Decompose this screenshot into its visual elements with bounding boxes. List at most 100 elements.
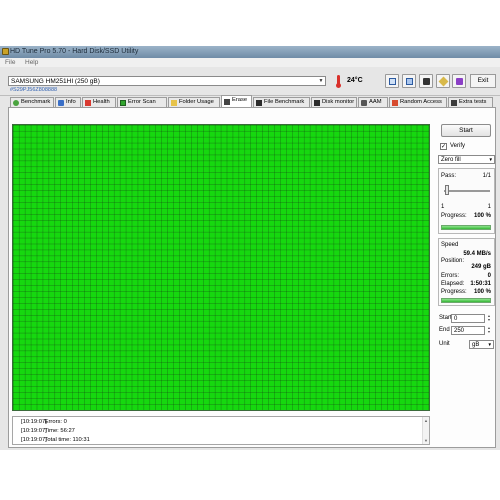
stats-box — [438, 238, 495, 306]
verify-label: Verify — [450, 143, 466, 149]
log-line: [10:19:07] Total time: 110:31 — [21, 437, 90, 443]
log-text: Total time: 110:31 — [44, 437, 90, 443]
tab-random-access[interactable]: Random Access — [389, 97, 447, 107]
start-field-value: 0 — [454, 315, 458, 322]
plus-icon — [85, 100, 91, 106]
menu-help[interactable]: Help — [25, 59, 38, 66]
speaker-icon — [361, 100, 367, 106]
unit-label: Unit — [439, 341, 450, 347]
erase-method-select[interactable]: Zero fill ▼ — [438, 155, 495, 164]
exit-button[interactable]: Exit — [470, 74, 496, 88]
scroll-down-icon[interactable]: ▼ — [424, 438, 428, 443]
total-progress-bar — [441, 298, 491, 303]
thermometer-icon — [334, 75, 342, 88]
download-icon — [456, 78, 463, 85]
log-text: Errors: 0 — [44, 419, 67, 425]
tab-label: Disk monitor — [322, 99, 355, 105]
save-button[interactable] — [452, 74, 466, 88]
speed-label: Speed — [441, 242, 459, 248]
total-progress-label: Progress: — [441, 289, 467, 295]
copy-button[interactable] — [385, 74, 399, 88]
end-field-value: 250 — [454, 327, 465, 334]
end-field[interactable]: 250 — [451, 326, 485, 335]
slider-max-label: 1 — [487, 204, 491, 210]
log-scrollbar[interactable]: ▲ ▼ — [422, 417, 429, 444]
tab-label: Benchmark — [21, 99, 51, 105]
tab-disk-monitor[interactable]: Disk monitor — [311, 97, 357, 107]
log-output[interactable]: [10:19:07] Errors: 0 [10:19:07] Time: 56… — [12, 416, 430, 445]
tab-label: Erase — [232, 97, 248, 103]
log-time: [10:19:07] — [21, 419, 47, 425]
menu-file[interactable]: File — [5, 59, 15, 66]
log-time: [10:19:07] — [21, 428, 47, 434]
random-icon — [392, 100, 398, 106]
position-value: 249 gB — [471, 264, 491, 270]
tab-erase[interactable]: Erase — [221, 95, 252, 107]
chevron-down-icon[interactable]: ▼ — [317, 77, 325, 85]
start-spinner[interactable]: ▲ ▼ — [486, 314, 492, 323]
pass-slider[interactable] — [442, 184, 492, 200]
erase-block-map — [12, 124, 430, 411]
tag-icon — [438, 76, 449, 87]
folder-icon — [171, 100, 177, 106]
verify-checkbox[interactable]: ✓ — [440, 143, 447, 150]
tab-label: Folder Usage — [179, 99, 214, 105]
start-field[interactable]: 0 — [451, 314, 485, 323]
drive-serial: #S29PJ56Z808888 — [10, 87, 58, 93]
tab-label: Info — [66, 99, 76, 105]
temperature-readout: 24°C — [347, 77, 363, 84]
menu-bar: File Help — [0, 58, 500, 67]
slider-track — [444, 190, 490, 192]
file-icon — [256, 100, 262, 106]
tag-button[interactable] — [436, 74, 450, 88]
progress-label: Progress: — [441, 213, 467, 219]
drive-select-value: SAMSUNG HM251HI (250 gB) — [11, 78, 100, 85]
log-text: Time: 56:27 — [44, 428, 75, 434]
tab-label: Error Scan — [128, 99, 156, 105]
tab-health[interactable]: Health — [82, 97, 116, 107]
grid-icon — [120, 100, 126, 106]
erase-method-value: Zero fill — [441, 156, 461, 163]
total-progress-value: 100 % — [473, 289, 491, 295]
tab-label: Health — [93, 99, 110, 105]
drive-select[interactable]: SAMSUNG HM251HI (250 gB) ▼ — [8, 76, 326, 86]
unit-select[interactable]: gB ▼ — [469, 340, 494, 349]
errors-label: Errors: — [441, 273, 459, 279]
copy-all-button[interactable] — [402, 74, 416, 88]
tab-label: File Benchmark — [264, 99, 305, 105]
pass-value: 1/1 — [482, 173, 491, 179]
app-icon — [2, 48, 9, 55]
info-icon — [58, 100, 64, 106]
copy-all-icon — [406, 78, 413, 85]
monitor-icon — [314, 100, 320, 106]
tab-label: AAM — [369, 99, 382, 105]
title-bar: HD Tune Pro 5.70 - Hard Disk/SSD Utility — [0, 46, 500, 58]
screenshot-button[interactable] — [419, 74, 433, 88]
pass-progress-bar — [441, 225, 491, 230]
tab-extra-tests[interactable]: Extra tests — [448, 97, 493, 107]
elapsed-label: Elapsed: — [441, 281, 465, 287]
tab-benchmark[interactable]: Benchmark — [10, 97, 54, 107]
unit-value: gB — [472, 341, 480, 348]
scroll-up-icon[interactable]: ▲ — [424, 418, 428, 423]
start-button[interactable]: Start — [441, 124, 491, 137]
camera-icon — [423, 78, 430, 85]
slider-min-label: 1 — [441, 204, 445, 210]
tab-label: Random Access — [400, 99, 442, 105]
log-line: [10:19:07] Errors: 0 — [21, 419, 67, 425]
progress-value: 100 % — [473, 213, 491, 219]
slider-thumb[interactable] — [445, 185, 449, 195]
log-time: [10:19:07] — [21, 437, 47, 443]
tab-error-scan[interactable]: Error Scan — [117, 97, 167, 107]
chevron-down-icon: ▼ — [488, 157, 493, 162]
errors-value: 0 — [487, 273, 491, 279]
tab-info[interactable]: Info — [55, 97, 81, 107]
end-spinner[interactable]: ▲ ▼ — [486, 326, 492, 335]
tab-label: Extra tests — [459, 99, 487, 105]
tab-file-benchmark[interactable]: File Benchmark — [253, 97, 310, 107]
tab-folder-usage[interactable]: Folder Usage — [168, 97, 220, 107]
speed-value: 59.4 MB/s — [463, 251, 491, 257]
pass-label: Pass: — [441, 173, 457, 179]
copy-icon — [389, 78, 396, 85]
tab-aam[interactable]: AAM — [358, 97, 388, 107]
